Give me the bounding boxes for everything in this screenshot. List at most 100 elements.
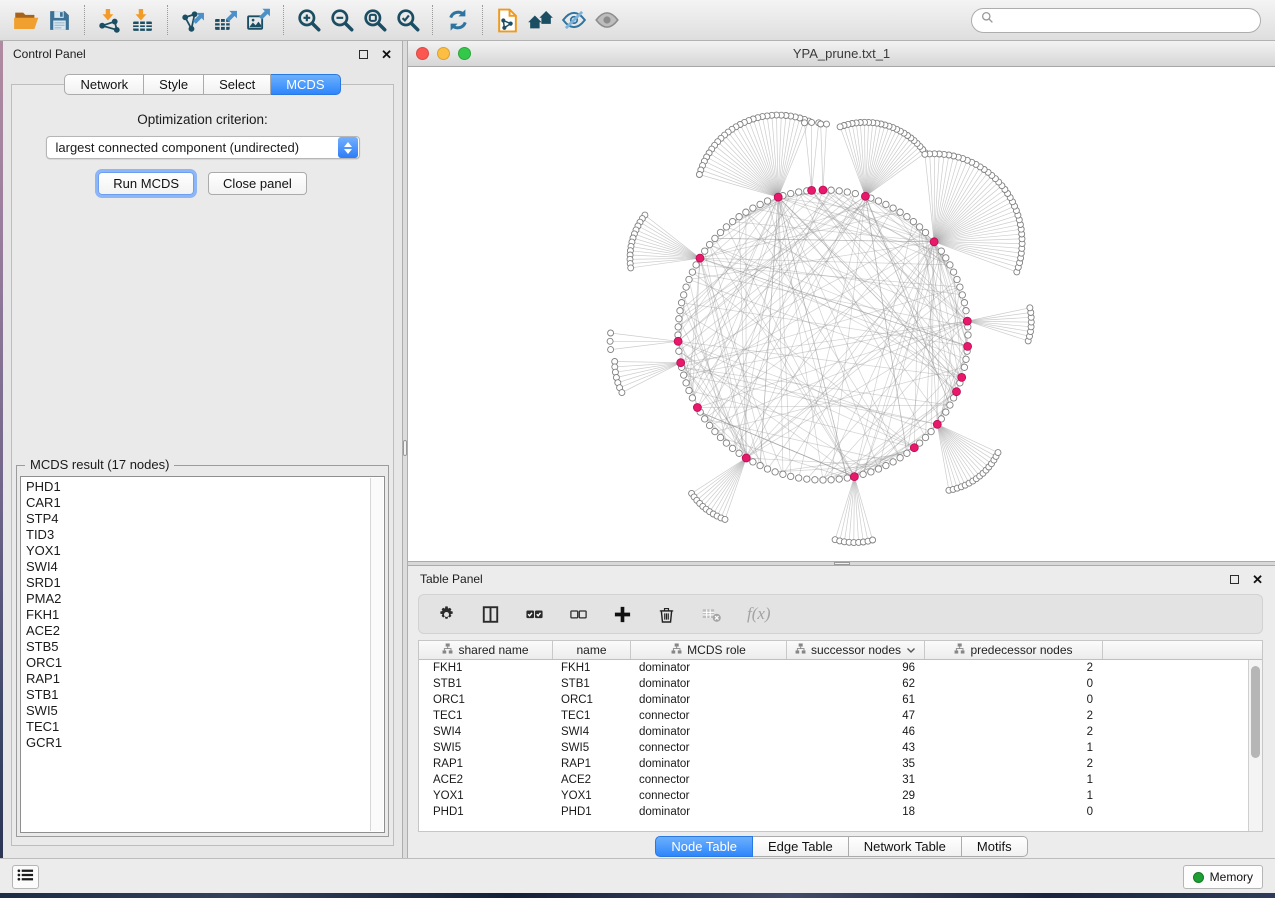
network-node[interactable] [628, 265, 634, 271]
network-node[interactable] [676, 348, 682, 354]
mcds-result-item[interactable]: GCR1 [26, 735, 384, 751]
table-cell[interactable]: 31 [787, 772, 925, 788]
network-node[interactable] [965, 332, 971, 338]
network-node[interactable] [928, 428, 934, 434]
network-node[interactable] [904, 214, 910, 220]
network-node[interactable] [736, 214, 742, 220]
network-node[interactable] [788, 473, 794, 479]
table-row[interactable]: SWI4SWI4dominator462 [419, 724, 1262, 740]
network-node[interactable] [852, 190, 858, 196]
table-cell[interactable]: YOX1 [553, 788, 631, 804]
table-cell[interactable]: PHD1 [419, 804, 553, 820]
network-node[interactable] [764, 466, 770, 472]
network-node[interactable] [772, 469, 778, 475]
table-cell[interactable]: RAP1 [419, 756, 553, 772]
column-header-successor-nodes[interactable]: successor nodes [787, 641, 925, 659]
network-node[interactable] [883, 462, 889, 468]
table-cell[interactable]: FKH1 [553, 660, 631, 676]
table-cell[interactable]: 0 [925, 804, 1103, 820]
network-node[interactable] [959, 292, 965, 298]
select-all-icon[interactable] [525, 605, 544, 624]
network-node[interactable] [683, 380, 689, 386]
mcds-list-scrollbar[interactable] [370, 478, 383, 831]
network-node[interactable] [860, 471, 866, 477]
network-node[interactable] [619, 390, 625, 396]
mcds-hub-node[interactable] [677, 359, 685, 367]
network-node[interactable] [696, 172, 702, 178]
network-node[interactable] [812, 477, 818, 483]
tab-motifs[interactable]: Motifs [962, 836, 1028, 857]
mcds-hub-node[interactable] [958, 373, 966, 381]
network-node[interactable] [957, 284, 963, 290]
table-cell[interactable]: YOX1 [419, 788, 553, 804]
mcds-result-item[interactable]: TID3 [26, 527, 384, 543]
column-header-predecessor-nodes[interactable]: predecessor nodes [925, 641, 1103, 659]
table-cell[interactable]: 2 [925, 660, 1103, 676]
columns-icon[interactable] [481, 605, 500, 624]
network-node[interactable] [828, 187, 834, 193]
tab-select[interactable]: Select [204, 74, 271, 95]
network-node[interactable] [961, 300, 967, 306]
network-node[interactable] [961, 364, 967, 370]
network-node[interactable] [681, 292, 687, 298]
mcds-hub-node[interactable] [963, 317, 971, 325]
houses-icon[interactable] [524, 4, 557, 37]
network-node[interactable] [729, 445, 735, 451]
mcds-result-item[interactable]: PHD1 [26, 479, 384, 495]
column-header-name[interactable]: name [553, 641, 631, 659]
network-node[interactable] [995, 450, 1001, 456]
network-node[interactable] [809, 119, 815, 125]
table-scrollbar[interactable] [1248, 660, 1262, 831]
table-cell[interactable]: connector [631, 772, 787, 788]
mcds-result-item[interactable]: STB1 [26, 687, 384, 703]
mcds-result-item[interactable]: CAR1 [26, 495, 384, 511]
mcds-hub-node[interactable] [674, 337, 682, 345]
network-node[interactable] [686, 387, 692, 393]
table-cell[interactable]: 43 [787, 740, 925, 756]
zoom-selected-icon[interactable] [391, 4, 424, 37]
tab-edge-table[interactable]: Edge Table [753, 836, 849, 857]
mcds-hub-node[interactable] [930, 238, 938, 246]
network-node[interactable] [904, 450, 910, 456]
table-cell[interactable]: 47 [787, 708, 925, 724]
mcds-result-item[interactable]: ACE2 [26, 623, 384, 639]
network-node[interactable] [678, 300, 684, 306]
close-panel-button[interactable]: Close panel [208, 172, 307, 195]
table-row[interactable]: RAP1RAP1dominator352 [419, 756, 1262, 772]
mcds-result-item[interactable]: STP4 [26, 511, 384, 527]
save-session-icon[interactable] [43, 4, 76, 37]
network-node[interactable] [757, 201, 763, 207]
network-node[interactable] [943, 255, 949, 261]
network-node[interactable] [947, 402, 953, 408]
table-cell[interactable]: ACE2 [419, 772, 553, 788]
network-node[interactable] [820, 477, 826, 483]
table-row[interactable]: FKH1FKH1dominator962 [419, 660, 1262, 676]
table-row[interactable]: PHD1PHD1dominator180 [419, 804, 1262, 820]
mcds-result-item[interactable]: SWI4 [26, 559, 384, 575]
table-cell[interactable]: connector [631, 740, 787, 756]
table-cell[interactable]: SWI4 [553, 724, 631, 740]
network-node[interactable] [712, 428, 718, 434]
network-node[interactable] [963, 308, 969, 314]
table-cell[interactable]: 35 [787, 756, 925, 772]
table-row[interactable]: TEC1TEC1connector472 [419, 708, 1262, 724]
network-node[interactable] [796, 475, 802, 481]
network-node[interactable] [729, 218, 735, 224]
network-node[interactable] [702, 248, 708, 254]
table-cell[interactable]: ACE2 [553, 772, 631, 788]
table-cell[interactable]: TEC1 [553, 708, 631, 724]
table-cell[interactable]: SWI4 [419, 724, 553, 740]
network-node[interactable] [897, 209, 903, 215]
import-table-icon[interactable] [126, 4, 159, 37]
table-cell[interactable]: 29 [787, 788, 925, 804]
table-cell[interactable]: ORC1 [419, 692, 553, 708]
network-node[interactable] [828, 477, 834, 483]
network-node[interactable] [824, 121, 830, 127]
table-cell[interactable]: 0 [925, 676, 1103, 692]
add-icon[interactable] [613, 605, 632, 624]
table-cell[interactable]: SWI5 [553, 740, 631, 756]
mcds-hub-node[interactable] [742, 454, 750, 462]
network-node[interactable] [890, 459, 896, 465]
zoom-out-icon[interactable] [325, 4, 358, 37]
network-node[interactable] [706, 241, 712, 247]
